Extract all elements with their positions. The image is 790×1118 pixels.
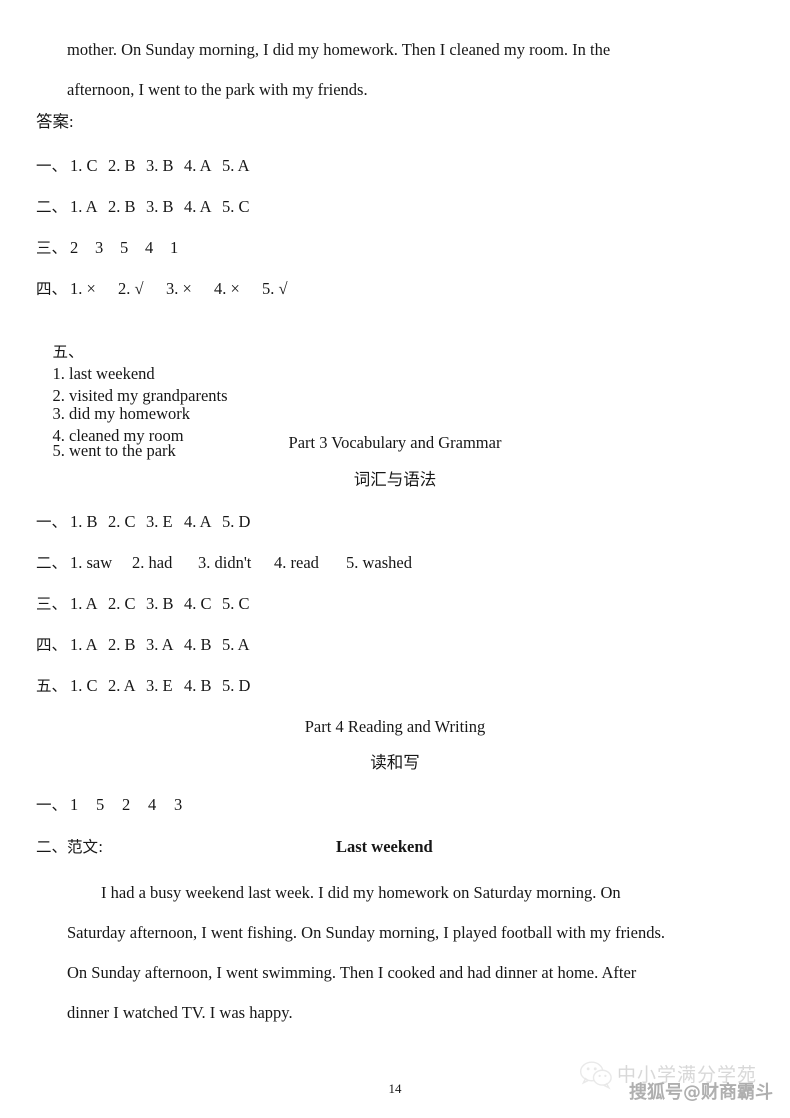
answer-row-4: 四、 1. × 2. √ 3. × 4. × 5. √ xyxy=(36,278,288,300)
row-marker-fanwen: 二、范文: xyxy=(36,838,104,856)
part4-answer-row-1: 一、 1 5 2 4 3 xyxy=(36,794,182,816)
answer-row-2: 二、 1. A 2. B 3. B 4. A 5. C xyxy=(36,196,250,218)
answer-item: 1. A xyxy=(70,594,98,613)
answer-item: 3. A xyxy=(146,635,174,654)
document-page: mother. On Sunday morning, I did my home… xyxy=(0,0,790,1118)
row-marker: 三、 xyxy=(36,595,68,613)
answer-item: 4. C xyxy=(184,594,212,613)
answer-item: 4. × xyxy=(214,279,240,298)
answer-item: 4. A xyxy=(184,197,212,216)
part3-answer-row-3: 三、 1. A 2. C 3. B 4. C 5. C xyxy=(36,593,250,615)
row-marker: 一、 xyxy=(36,157,68,175)
part3-answer-row-2: 二、 1. saw 2. had 3. didn't 4. read 5. wa… xyxy=(36,552,412,574)
answer-item: 1. C xyxy=(70,676,98,695)
answer-item: 5 xyxy=(96,795,105,814)
row-marker: 一、 xyxy=(36,796,68,814)
intro-line-2: afternoon, I went to the park with my fr… xyxy=(67,80,368,99)
part3-heading-en: Part 3 Vocabulary and Grammar xyxy=(0,431,790,455)
answer-item: 5. A xyxy=(222,156,250,175)
answer-item: 5. C xyxy=(222,197,250,216)
watermark-line-2: 搜狐号@财商霸斗 xyxy=(629,1082,773,1103)
answer-row-3: 三、 2 3 5 4 1 xyxy=(36,237,178,259)
part3-answer-row-5: 五、 1. C 2. A 3. E 4. B 5. D xyxy=(36,675,250,697)
row-marker: 四、 xyxy=(36,636,68,654)
answer-item: 1. saw xyxy=(70,553,113,572)
answer-item: 3. B xyxy=(146,156,174,175)
answer-item: 2. B xyxy=(108,156,136,175)
row-marker: 二、 xyxy=(36,554,68,572)
part4-heading-en: Part 4 Reading and Writing xyxy=(0,715,790,739)
essay-line-4: dinner I watched TV. I was happy. xyxy=(67,1003,293,1022)
answer-item: 5. C xyxy=(222,594,250,613)
answer-item: 4 xyxy=(148,795,157,814)
part3-heading-en-text: Part 3 Vocabulary and Grammar xyxy=(288,433,502,452)
answer-item: 5. √ xyxy=(262,279,288,298)
answer-item: 3. × xyxy=(166,279,192,298)
answer-item: 4. A xyxy=(184,156,212,175)
answer-item: 1. A xyxy=(70,635,98,654)
answer-item: 5 xyxy=(120,238,129,257)
answer-item: 1. C xyxy=(70,156,98,175)
answer-item: 1 xyxy=(70,795,79,814)
row-marker: 二、 xyxy=(36,198,68,216)
answer-item: 1. × xyxy=(70,279,96,298)
answer-item: 5. D xyxy=(222,676,251,695)
answer-item: 2. had xyxy=(132,553,173,572)
essay-paragraph: I had a busy weekend last week. I did my… xyxy=(67,873,754,1033)
answer-item: 1. B xyxy=(70,512,98,531)
answer-item: 5. washed xyxy=(346,553,412,572)
essay-title: Last weekend xyxy=(336,837,433,856)
wechat-icon xyxy=(579,1061,612,1090)
answer-item: 3. E xyxy=(146,512,173,531)
essay-line-3: On Sunday afternoon, I went swimming. Th… xyxy=(67,963,637,982)
watermark: 中小学满分学苑 搜狐号@财商霸斗 xyxy=(577,1052,782,1112)
answer-item: 4. B xyxy=(184,676,212,695)
essay-line-1: I had a busy weekend last week. I did my… xyxy=(101,883,621,902)
answer-item: 3. B xyxy=(146,594,174,613)
answer-item: 3 xyxy=(95,238,104,257)
answer-item: 1 xyxy=(170,238,179,257)
answer-item: 3. B xyxy=(146,197,174,216)
answer-item: 2. C xyxy=(108,512,136,531)
part3-heading-cn-text: 词汇与语法 xyxy=(353,470,437,489)
answer-row-1: 一、 1. C 2. B 3. B 4. A 5. A xyxy=(36,155,250,177)
part4-heading-cn-text: 读和写 xyxy=(370,753,420,772)
answer-item: 4. B xyxy=(184,635,212,654)
answer-item: 2. B xyxy=(108,635,136,654)
answer-item: 1. A xyxy=(70,197,98,216)
answer-item: 2. √ xyxy=(118,279,144,298)
answers-label: 答案: xyxy=(36,112,74,131)
essay-line-2: Saturday afternoon, I went fishing. On S… xyxy=(67,923,666,942)
answer-item: 3 xyxy=(174,795,183,814)
part3-heading-cn: 词汇与语法 xyxy=(0,468,790,492)
answer-item: 5. A xyxy=(222,635,250,654)
answer-item: 4 xyxy=(145,238,154,257)
answer-item: 4. A xyxy=(184,512,212,531)
intro-paragraph: mother. On Sunday morning, I did my home… xyxy=(67,30,754,110)
row-marker: 五、 xyxy=(36,677,68,695)
answer-item: 2 xyxy=(70,238,79,257)
part4-heading-cn: 读和写 xyxy=(0,751,790,775)
row-marker: 三、 xyxy=(36,239,68,257)
row-marker: 四、 xyxy=(36,280,68,298)
row-marker: 一、 xyxy=(36,513,68,531)
answer-item: 2 xyxy=(122,795,131,814)
answer-item: 3. E xyxy=(146,676,173,695)
part3-answer-row-1: 一、 1. B 2. C 3. E 4. A 5. D xyxy=(36,511,250,533)
part4-model-essay-label: 二、范文: xyxy=(36,836,103,858)
answer-item: 5. D xyxy=(222,512,251,531)
part3-answer-row-4: 四、 1. A 2. B 3. A 4. B 5. A xyxy=(36,634,250,656)
answer-item: 4. read xyxy=(274,553,319,572)
answer-item: 3. didn't xyxy=(198,553,252,572)
answer-item: 2. A xyxy=(108,676,136,695)
part4-heading-en-text: Part 4 Reading and Writing xyxy=(304,717,486,736)
answer-item: 2. C xyxy=(108,594,136,613)
intro-line-1: mother. On Sunday morning, I did my home… xyxy=(67,40,611,59)
answer-item: 2. B xyxy=(108,197,136,216)
